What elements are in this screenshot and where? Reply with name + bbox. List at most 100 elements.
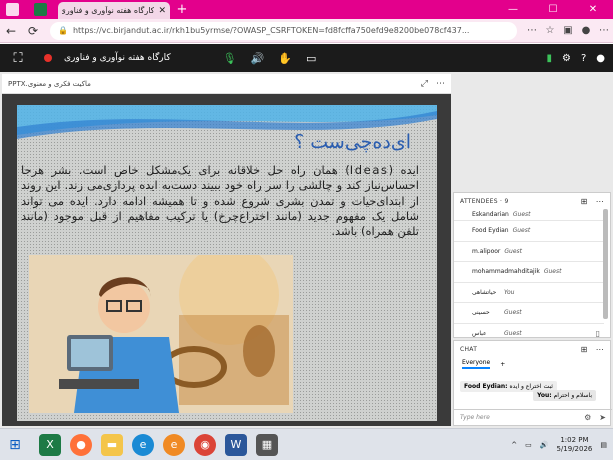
ie-icon[interactable]: e bbox=[163, 433, 185, 456]
back-icon[interactable]: ← bbox=[0, 24, 22, 38]
attendee-list: Eskandarian Guest Food Eydian Guest m.al… bbox=[454, 209, 604, 344]
spreadsheet-icon[interactable] bbox=[34, 3, 47, 16]
app-logo-icon[interactable]: ⛶ bbox=[6, 48, 30, 68]
browser-tab-strip: کارگاه هفته نوآوری و فناوری ✕ + — ☐ ✕ bbox=[0, 0, 613, 19]
network-icon[interactable]: ▭ bbox=[525, 441, 532, 449]
message-text: ثبت اختراع و ایده bbox=[509, 383, 553, 390]
message-text: باسلام و احترام bbox=[553, 392, 592, 399]
attendee-row[interactable]: حیاتشاهی You bbox=[454, 283, 604, 303]
tab-title: کارگاه هفته نوآوری و فناوری bbox=[62, 6, 155, 15]
close-window-button[interactable]: ✕ bbox=[573, 4, 613, 15]
add-chat-tab-button[interactable]: + bbox=[500, 361, 505, 368]
attendee-name: حیاتشاهی bbox=[472, 288, 497, 296]
attendees-pod: ATTENDEES · 9 ⊞ ⋯ Eskandarian Guest Food… bbox=[453, 192, 611, 344]
attendee-name: عباس bbox=[472, 329, 487, 337]
chat-title: CHAT bbox=[460, 345, 478, 353]
main-content: ماکیت فکری و معنوی.PPTX ⤢ ⋯ ای‌ده‌چی‌ست … bbox=[0, 72, 613, 428]
attendee-row[interactable]: Eskandarian Guest bbox=[454, 209, 604, 221]
attendees-header: ATTENDEES · 9 ⊞ ⋯ bbox=[454, 193, 610, 209]
chat-pod: CHAT ⊞ ⋯ Everyone + Food Eydian: ثبت اخت… bbox=[453, 340, 612, 426]
notifications-icon[interactable]: ▤ bbox=[600, 441, 607, 449]
minimize-button[interactable]: — bbox=[493, 4, 533, 15]
browser-menu-icon[interactable] bbox=[6, 3, 19, 16]
chat-header: CHAT ⊞ ⋯ bbox=[454, 341, 610, 357]
help-icon[interactable]: ? bbox=[581, 53, 586, 64]
attendees-scrollbar[interactable] bbox=[603, 209, 608, 319]
volume-icon[interactable]: 🔊 bbox=[540, 441, 549, 449]
attendee-name: Eskandarian bbox=[472, 211, 509, 218]
chat-grid-icon[interactable]: ⊞ bbox=[581, 345, 588, 354]
new-tab-button[interactable]: + bbox=[174, 2, 190, 18]
attendee-role: Guest bbox=[512, 227, 531, 235]
attendee-name: حسینی bbox=[472, 309, 490, 317]
url-field[interactable]: 🔒 https://vc.birjandut.ac.ir/rkh1bu5yrms… bbox=[50, 21, 517, 40]
tab-everyone[interactable]: Everyone bbox=[462, 359, 491, 369]
message-sender: Food Eydian: bbox=[464, 383, 508, 390]
attendees-more-icon[interactable]: ⋯ bbox=[596, 197, 604, 206]
system-tray: ^ ▭ 🔊 1:02 PM 5/19/2026 ▤ bbox=[511, 436, 607, 454]
extensions-icon[interactable]: ⋯ bbox=[523, 25, 541, 36]
raise-hand-icon[interactable]: ✋ bbox=[278, 52, 292, 65]
refresh-icon[interactable]: ⟳ bbox=[22, 24, 44, 38]
attendees-title: ATTENDEES · 9 bbox=[460, 197, 509, 205]
windows-start-icon[interactable]: ⊞ bbox=[0, 437, 30, 453]
adobe-connect-icon[interactable]: ▦ bbox=[256, 433, 278, 456]
maximize-button[interactable]: ☐ bbox=[533, 4, 573, 15]
clock-date: 5/19/2026 bbox=[556, 444, 593, 453]
attendee-row[interactable]: m.alipoor Guest bbox=[454, 242, 604, 262]
slide-title: ای‌ده‌چی‌ست ؟ bbox=[294, 131, 411, 153]
edge-icon[interactable]: e bbox=[132, 433, 154, 456]
screen-share-icon[interactable]: ▭ bbox=[306, 52, 316, 65]
excel-icon[interactable]: X bbox=[39, 433, 61, 456]
attendees-grid-icon[interactable]: ⊞ bbox=[581, 197, 588, 206]
collections-icon[interactable]: ▣ bbox=[559, 25, 577, 36]
attendee-name: mohammadmahditajik bbox=[472, 268, 540, 276]
slide: ای‌ده‌چی‌ست ؟ ایده (Ideas) همان راه حل خ… bbox=[17, 105, 437, 421]
word-icon[interactable]: W bbox=[225, 433, 247, 456]
slide-body-text: ایده (Ideas) همان راه حل خلاقانه برای یک… bbox=[21, 163, 419, 239]
document-name: ماکیت فکری و معنوی.PPTX bbox=[8, 79, 91, 88]
attendee-role: Guest bbox=[512, 211, 531, 218]
browser-tab[interactable]: کارگاه هفته نوآوری و فناوری ✕ bbox=[58, 2, 170, 19]
attendee-row[interactable]: حسینی Guest bbox=[454, 303, 604, 324]
attendee-role: Guest bbox=[504, 309, 522, 317]
chrome-icon[interactable]: ◉ bbox=[194, 433, 216, 456]
attendee-name: Food Eydian bbox=[472, 227, 509, 235]
attendee-name: m.alipoor bbox=[472, 247, 501, 255]
chat-input-placeholder: Type here bbox=[460, 414, 490, 421]
side-panel: ATTENDEES · 9 ⊞ ⋯ Eskandarian Guest Food… bbox=[453, 74, 613, 426]
slide-viewport: ای‌ده‌چی‌ست ؟ ایده (Ideas) همان راه حل خ… bbox=[2, 94, 451, 426]
user-icon[interactable]: ● bbox=[596, 53, 605, 64]
favorites-icon[interactable]: ☆ bbox=[541, 25, 559, 36]
document-pod: ماکیت فکری و معنوی.PPTX ⤢ ⋯ ای‌ده‌چی‌ست … bbox=[2, 74, 451, 426]
app-right-controls: ▮ ⚙ ? ● bbox=[546, 53, 605, 64]
tray-chevron-icon[interactable]: ^ bbox=[511, 441, 517, 449]
send-icon[interactable]: ➤ bbox=[599, 413, 606, 422]
attendee-row[interactable]: mohammadmahditajik Guest bbox=[454, 262, 604, 283]
record-icon[interactable] bbox=[44, 54, 52, 62]
fullscreen-icon[interactable]: ⤢ bbox=[421, 79, 428, 89]
profile-icon[interactable]: ● bbox=[577, 25, 595, 36]
chat-settings-icon[interactable]: ⚙ bbox=[584, 413, 591, 422]
clock[interactable]: 1:02 PM 5/19/2026 bbox=[556, 436, 592, 454]
document-header: ماکیت فکری و معنوی.PPTX ⤢ ⋯ bbox=[2, 74, 451, 94]
settings-icon[interactable]: ⚙ bbox=[562, 53, 571, 64]
chat-tabs: Everyone + bbox=[454, 357, 610, 371]
message-sender: You: bbox=[537, 392, 552, 399]
url-text: https://vc.birjandut.ac.ir/rkh1bu5yrmse/… bbox=[72, 26, 470, 35]
close-tab-icon[interactable]: ✕ bbox=[158, 6, 166, 16]
more-icon[interactable]: ⋯ bbox=[595, 25, 613, 36]
microphone-icon[interactable]: 🎙 bbox=[223, 52, 237, 65]
attendee-role: You bbox=[504, 288, 515, 296]
firefox-icon[interactable]: ● bbox=[70, 433, 92, 456]
chat-messages: Food Eydian: ثبت اختراع و ایده You: باسل… bbox=[454, 371, 610, 407]
signal-icon[interactable]: ▮ bbox=[546, 53, 552, 64]
chat-input[interactable]: Type here ⚙ ➤ bbox=[454, 409, 612, 425]
slide-illustration bbox=[29, 255, 293, 413]
attendee-row[interactable]: Food Eydian Guest bbox=[454, 221, 604, 242]
app-top-bar: ⛶ کارگاه هفته نوآوری و فناوری 🎙 🔊 ✋ ▭ ▮ … bbox=[0, 44, 613, 72]
file-explorer-icon[interactable]: ▬ bbox=[101, 433, 123, 456]
chat-more-icon[interactable]: ⋯ bbox=[596, 345, 604, 354]
document-more-icon[interactable]: ⋯ bbox=[436, 79, 445, 89]
speaker-icon[interactable]: 🔊 bbox=[251, 52, 265, 65]
